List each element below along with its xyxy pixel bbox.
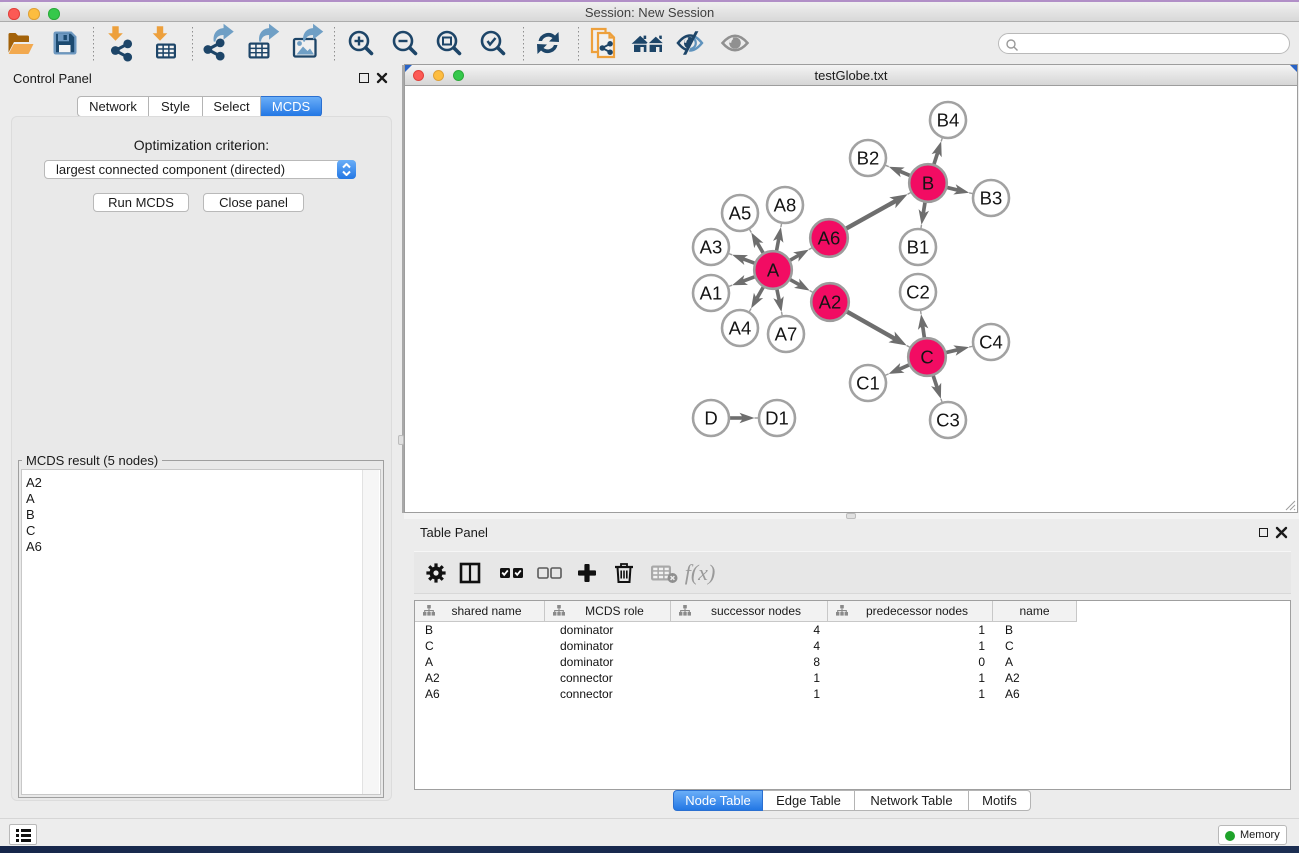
- svg-text:C: C: [920, 347, 933, 368]
- svg-text:C3: C3: [936, 410, 960, 431]
- svg-text:A8: A8: [774, 195, 797, 216]
- svg-text:A5: A5: [729, 203, 752, 224]
- svg-text:f(x): f(x): [685, 560, 716, 585]
- svg-text:C4: C4: [979, 332, 1003, 353]
- svg-text:B: B: [922, 173, 934, 194]
- svg-text:A1: A1: [700, 283, 723, 304]
- svg-text:D: D: [704, 408, 717, 429]
- svg-text:C1: C1: [856, 373, 880, 394]
- svg-text:B4: B4: [937, 110, 960, 131]
- svg-text:A6: A6: [818, 228, 841, 249]
- svg-text:A4: A4: [729, 318, 752, 339]
- svg-text:A2: A2: [819, 292, 842, 313]
- svg-text:D1: D1: [765, 408, 789, 429]
- svg-text:C2: C2: [906, 282, 930, 303]
- svg-text:A7: A7: [775, 324, 798, 345]
- svg-text:B1: B1: [907, 237, 930, 258]
- svg-text:A: A: [767, 260, 780, 281]
- svg-text:B2: B2: [857, 148, 880, 169]
- svg-text:B3: B3: [980, 188, 1003, 209]
- svg-text:A3: A3: [700, 237, 723, 258]
